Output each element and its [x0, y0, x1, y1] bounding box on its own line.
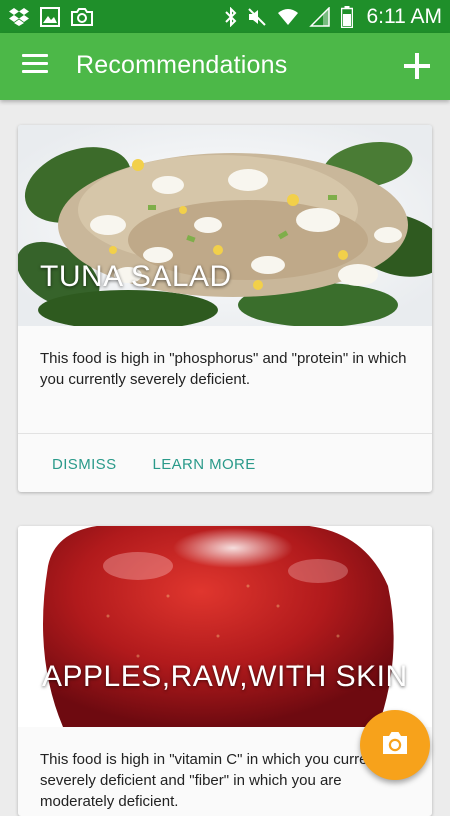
tuna-salad-photo: TUNA SALAD — [18, 125, 432, 326]
card-actions: DISMISS LEARN MORE — [18, 434, 432, 492]
hamburger-menu-icon[interactable] — [22, 54, 48, 78]
signal-icon — [308, 6, 331, 27]
card-title: TUNA SALAD — [40, 260, 232, 293]
wifi-icon — [277, 8, 299, 26]
dismiss-button[interactable]: DISMISS — [52, 456, 116, 473]
dropbox-icon — [8, 7, 30, 27]
recommendation-card-tuna-salad: TUNA SALAD This food is high in "phospho… — [18, 125, 432, 492]
card-title: APPLES,RAW,WITH SKIN — [42, 660, 408, 693]
gallery-icon — [40, 6, 60, 27]
card-description: This food is high in "phosphorus" and "p… — [40, 350, 407, 388]
app-bar: Recommendations — [0, 33, 450, 100]
page-title: Recommendations — [76, 51, 288, 79]
system-icons: 6:11 AM — [224, 4, 443, 29]
camera-icon — [380, 730, 410, 761]
camera-notification-icon — [70, 7, 94, 27]
notification-icons — [8, 6, 94, 27]
red-apple-photo: APPLES,RAW,WITH SKIN — [18, 526, 432, 727]
camera-fab-button[interactable] — [360, 710, 430, 780]
status-time: 6:11 AM — [366, 4, 443, 28]
recommendation-card-apple: APPLES,RAW,WITH SKIN This food is high i… — [18, 526, 432, 816]
battery-icon — [340, 5, 353, 28]
learn-more-button[interactable]: LEARN MORE — [152, 456, 255, 473]
bluetooth-icon — [224, 6, 237, 27]
mute-icon — [247, 7, 267, 27]
plus-icon[interactable] — [402, 51, 432, 81]
status-bar: 6:11 AM — [0, 0, 450, 33]
